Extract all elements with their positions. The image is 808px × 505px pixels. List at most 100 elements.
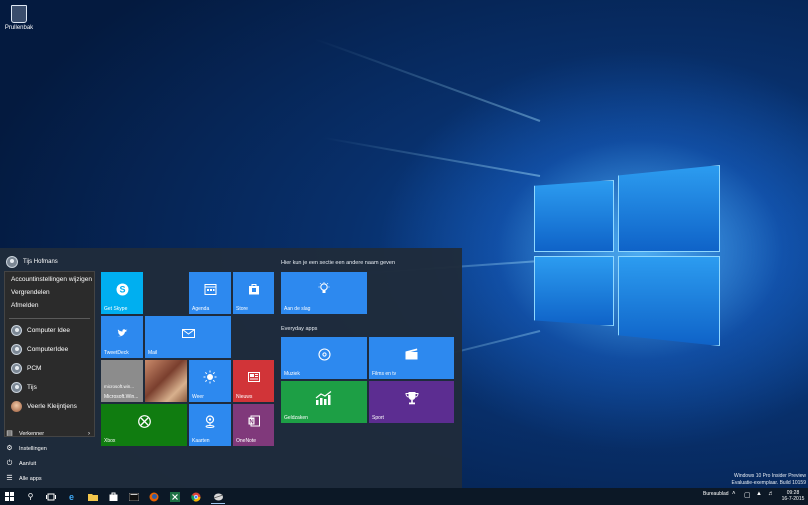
account-item[interactable]: PCM xyxy=(11,363,41,374)
system-tray-expand[interactable]: ˄ xyxy=(732,491,736,497)
calendar-icon xyxy=(189,272,231,306)
volume-button[interactable]: ♬ xyxy=(768,491,774,497)
user-avatar-icon xyxy=(6,256,18,268)
svg-text:N: N xyxy=(249,419,253,425)
folder-icon: ▤ xyxy=(6,430,13,437)
tile-label: Kaarten xyxy=(192,438,210,444)
search-button[interactable]: ⚲ xyxy=(25,491,36,502)
map-pin-icon xyxy=(189,404,231,438)
menu-item-sign-out[interactable]: Afmelden xyxy=(11,302,38,309)
account-name: Computer Idee xyxy=(27,327,70,334)
recycle-bin-label: Prullenbak xyxy=(4,25,34,31)
tile-label: Films en tv xyxy=(372,371,397,377)
lightbulb-icon xyxy=(281,272,367,306)
file-explorer-button[interactable] xyxy=(87,491,98,502)
tile-onenote[interactable]: N OneNote xyxy=(233,404,274,446)
chevron-up-icon: ˄ xyxy=(732,491,736,497)
tile-group-heading[interactable]: Everyday apps xyxy=(281,326,317,332)
tile-microsoft-win-app[interactable]: microsoft.win... Microsoft.Win... xyxy=(101,360,143,402)
user-name: Tijs Hofmans xyxy=(23,259,58,265)
chrome-icon xyxy=(190,492,201,502)
user-account-button[interactable]: Tijs Hofmans xyxy=(6,256,58,268)
tile-nieuws[interactable]: Nieuws xyxy=(233,360,274,402)
network-icon: ▲ xyxy=(756,491,762,497)
network-button[interactable]: ▲ xyxy=(756,491,762,497)
tile-muziek[interactable]: Muziek xyxy=(281,337,367,379)
command-prompt-button[interactable] xyxy=(128,491,139,502)
user-flyout-menu: Accountinstellingen wijzigen Vergrendele… xyxy=(4,271,95,437)
chevron-right-icon[interactable]: › xyxy=(88,431,90,437)
task-view-button[interactable] xyxy=(45,491,56,502)
account-avatar-icon xyxy=(11,363,22,374)
clock[interactable]: 09:28 16-7-2015 xyxy=(780,490,806,502)
account-item[interactable]: Computer Idee xyxy=(11,325,70,336)
onenote-icon: N xyxy=(233,404,274,438)
skype-icon: S xyxy=(101,272,143,306)
chrome-button[interactable] xyxy=(190,491,201,502)
gear-icon: ⚙ xyxy=(6,445,13,452)
tile-label: Store xyxy=(236,306,248,312)
tile-mail[interactable]: Mail xyxy=(145,316,231,358)
tile-label: Mail xyxy=(148,350,158,356)
nav-item-all-apps[interactable]: ☰ Alle apps xyxy=(6,475,90,482)
app-icon xyxy=(213,493,223,501)
nav-item-verkenner[interactable]: ▤ Verkenner › xyxy=(6,430,90,437)
tile-label: Get Skype xyxy=(104,306,128,312)
tile-store[interactable]: Store xyxy=(233,272,274,314)
account-item[interactable]: Veerle Kleijntjens xyxy=(11,401,77,412)
windows-logo-icon xyxy=(5,492,14,501)
active-app-button[interactable] xyxy=(211,491,225,504)
trophy-icon xyxy=(369,381,454,415)
account-item[interactable]: Tijs xyxy=(11,382,37,393)
speaker-icon: ♬ xyxy=(768,491,774,497)
excel-button[interactable] xyxy=(169,491,180,502)
light-beam xyxy=(314,37,541,122)
recycle-bin-desktop-icon[interactable]: Prullenbak xyxy=(2,3,36,31)
notification-center-button[interactable]: ▢ xyxy=(744,491,751,499)
tile-geldzaken[interactable]: Geldzaken xyxy=(281,381,367,423)
tile-label: TweetDeck xyxy=(104,350,129,356)
tile-weer[interactable]: Weer xyxy=(189,360,231,402)
folder-icon xyxy=(87,493,98,501)
xbox-icon xyxy=(101,404,187,438)
flyout-divider xyxy=(9,318,90,319)
tile-label: Weer xyxy=(192,394,204,400)
tile-tweetdeck[interactable]: TweetDeck xyxy=(101,316,143,358)
edge-browser-button[interactable]: e xyxy=(66,491,77,502)
terminal-icon xyxy=(128,492,139,501)
tile-group-heading[interactable]: Hier kun je een sectie een andere naam g… xyxy=(281,260,395,266)
sun-weather-icon xyxy=(189,360,231,394)
tile-label: Aan de slag xyxy=(284,306,311,312)
tile-sport[interactable]: Sport xyxy=(369,381,454,423)
show-desktop-label[interactable]: Bureaublad xyxy=(703,491,729,497)
tile-kaarten[interactable]: Kaarten xyxy=(189,404,231,446)
tile-films-en-tv[interactable]: Films en tv xyxy=(369,337,454,379)
nav-label: Verkenner xyxy=(19,430,45,437)
tile-xbox[interactable]: Xbox xyxy=(101,404,187,446)
start-button[interactable] xyxy=(4,491,15,502)
spreadsheet-icon xyxy=(169,491,180,502)
tweetdeck-bird-icon xyxy=(101,316,143,350)
tile-aan-de-slag[interactable]: Aan de slag xyxy=(281,272,367,314)
nav-item-power[interactable]: ⏻ Aan/uit xyxy=(6,460,90,467)
firefox-button[interactable] xyxy=(148,491,159,502)
watermark-edition: Windows 10 Pro Insider Preview xyxy=(734,473,806,479)
store-button[interactable] xyxy=(108,491,119,502)
logo-pane-top-right xyxy=(618,165,720,252)
build-watermark: Windows 10 Pro Insider Preview Evaluatie… xyxy=(732,473,807,487)
logo-pane-top-left xyxy=(534,180,614,252)
newspaper-icon xyxy=(233,360,274,394)
account-item[interactable]: ComputerIdee xyxy=(11,344,68,355)
tile-label: Xbox xyxy=(104,438,116,444)
nav-item-instellingen[interactable]: ⚙ Instellingen xyxy=(6,445,90,452)
start-left-column: Tijs Hofmans Accountinstellingen wijzige… xyxy=(0,248,97,488)
tile-label: Muziek xyxy=(284,371,300,377)
edge-icon: e xyxy=(68,491,74,502)
tile-photos-live[interactable] xyxy=(145,360,187,402)
notification-icon: ▢ xyxy=(744,492,751,499)
finance-chart-icon xyxy=(281,381,367,415)
menu-item-lock[interactable]: Vergrendelen xyxy=(11,289,50,296)
tile-agenda[interactable]: Agenda xyxy=(189,272,231,314)
menu-item-change-account-settings[interactable]: Accountinstellingen wijzigen xyxy=(11,276,92,283)
tile-get-skype[interactable]: S Get Skype xyxy=(101,272,143,314)
